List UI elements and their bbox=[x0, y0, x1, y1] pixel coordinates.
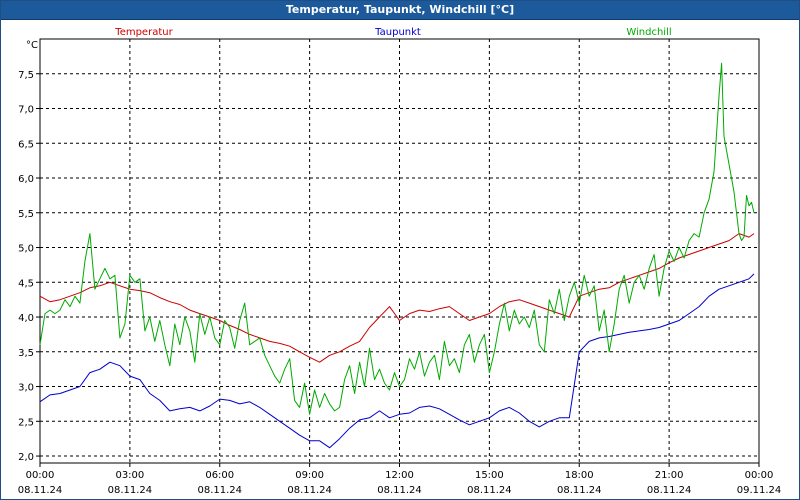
x-tick-time-label: 00:00 bbox=[745, 470, 774, 481]
y-tick-label: 7,5 bbox=[18, 70, 34, 81]
x-tick-date-label: 09.11.24 bbox=[737, 485, 782, 496]
x-tick-date-label: 08.11.24 bbox=[557, 485, 602, 496]
y-tick-label: 3,0 bbox=[18, 383, 34, 394]
x-tick-time-label: 06:00 bbox=[205, 470, 234, 481]
x-tick-time-label: 03:00 bbox=[115, 470, 144, 481]
x-tick-time-label: 12:00 bbox=[385, 470, 414, 481]
x-tick-time-label: 00:00 bbox=[26, 470, 55, 481]
y-tick-label: 5,5 bbox=[18, 209, 34, 220]
x-tick-date-label: 08.11.24 bbox=[287, 485, 332, 496]
y-tick-label: 5,0 bbox=[18, 244, 34, 255]
y-axis-label: °C bbox=[26, 40, 38, 51]
temperature-chart: 2,0 2,5 3,0 3,5 4,0 4,5 5,0 5,5 6,0 6,5 7,0 7,5 00:0… bbox=[18, 27, 782, 496]
x-tick-time-label: 21:00 bbox=[655, 470, 684, 481]
legend-label-temperatur: Temperatur bbox=[114, 27, 173, 38]
y-tick-label: 6,0 bbox=[18, 174, 34, 185]
y-tick-label: 4,0 bbox=[18, 313, 34, 324]
y-tick-label: 7,0 bbox=[18, 105, 34, 116]
x-tick-date-label: 08.11.24 bbox=[197, 485, 242, 496]
x-tick-date-label: 08.11.24 bbox=[647, 485, 692, 496]
y-tick-label: 3,5 bbox=[18, 348, 34, 359]
x-tick-date-label: 08.11.24 bbox=[467, 485, 512, 496]
x-tick-date-label: 08.11.24 bbox=[108, 485, 153, 496]
legend-label-windchill: Windchill bbox=[626, 27, 671, 38]
y-tick-label: 4,5 bbox=[18, 278, 34, 289]
x-tick-time-label: 15:00 bbox=[475, 470, 504, 481]
y-tick-label: 2,5 bbox=[18, 417, 34, 428]
x-tick-date-label: 08.11.24 bbox=[18, 485, 63, 496]
x-tick-time-label: 09:00 bbox=[295, 470, 324, 481]
y-tick-label: 2,0 bbox=[18, 452, 34, 463]
x-tick-time-label: 18:00 bbox=[565, 470, 594, 481]
chart-window: Temperatur, Taupunkt, Windchill [°C] 2,0… bbox=[0, 0, 800, 500]
legend-label-taupunkt: Taupunkt bbox=[374, 27, 421, 38]
y-tick-label: 6,5 bbox=[18, 139, 34, 150]
x-tick-date-label: 08.11.24 bbox=[377, 485, 422, 496]
